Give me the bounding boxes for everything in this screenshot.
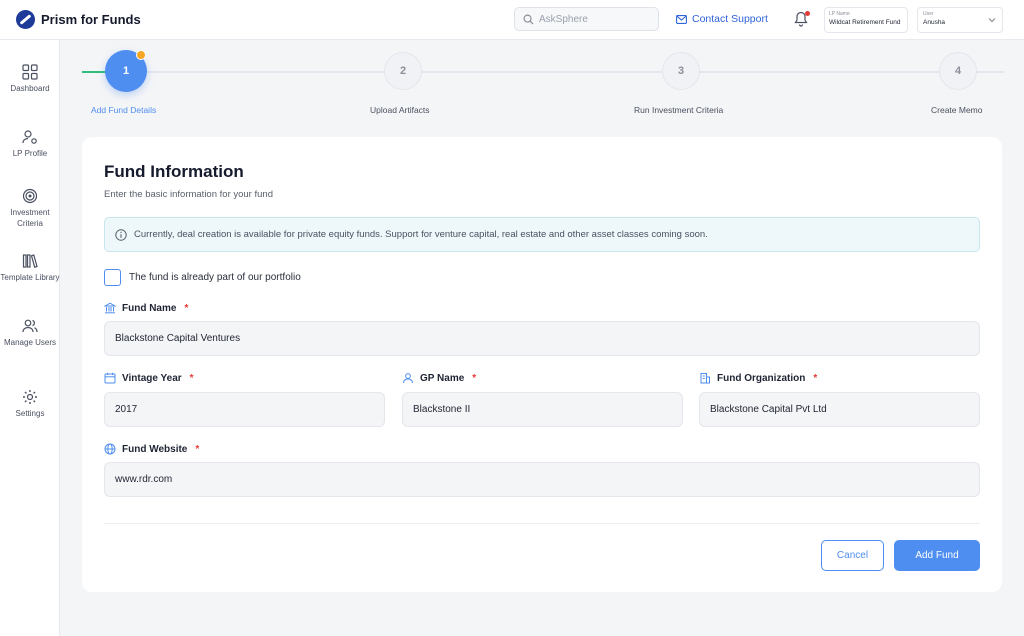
users-icon bbox=[22, 319, 38, 333]
sidebar-item-label: LP Profile bbox=[12, 149, 48, 158]
gp-name-label-text: GP Name bbox=[420, 372, 465, 384]
top-bar: Prism for Funds Contact Support LP Name … bbox=[0, 0, 1024, 40]
form-divider bbox=[104, 523, 980, 524]
search-input[interactable] bbox=[539, 13, 649, 25]
bank-icon bbox=[104, 302, 116, 314]
search-icon bbox=[523, 14, 534, 25]
step-3-circle[interactable]: 3 bbox=[662, 52, 700, 90]
required-mark: * bbox=[813, 372, 818, 384]
fund-name-label: Fund Name * bbox=[104, 302, 188, 314]
lp-selector[interactable]: LP Name Wildcat Retirement Fund bbox=[824, 7, 908, 33]
globe-icon bbox=[104, 443, 116, 455]
fund-website-label-text: Fund Website bbox=[122, 443, 188, 455]
gp-name-input[interactable] bbox=[402, 392, 683, 427]
grid-icon bbox=[22, 64, 38, 80]
mail-icon bbox=[676, 14, 687, 24]
step-number: 3 bbox=[677, 65, 685, 77]
step-3-label: Run Investment Criteria bbox=[634, 105, 724, 115]
sidebar-item-settings[interactable]: Settings bbox=[0, 389, 60, 419]
gear-icon bbox=[23, 390, 37, 404]
page-subtitle: Enter the basic information for your fun… bbox=[104, 189, 273, 200]
step-2-label: Upload Artifacts bbox=[370, 105, 430, 115]
lp-value: Wildcat Retirement Fund bbox=[829, 19, 901, 26]
sidebar-item-manage-users[interactable]: Manage Users bbox=[0, 318, 60, 348]
required-mark: * bbox=[184, 302, 189, 314]
portfolio-checkbox[interactable] bbox=[104, 269, 121, 286]
step-1-label: Add Fund Details bbox=[91, 105, 157, 115]
chevron-down-icon bbox=[988, 18, 996, 23]
step-4-circle[interactable]: 4 bbox=[939, 52, 977, 90]
sidebar-item-investment-criteria[interactable]: Investment Criteria bbox=[0, 188, 60, 229]
gp-name-label: GP Name * bbox=[402, 372, 476, 384]
step-status-badge bbox=[136, 50, 146, 60]
step-4-label: Create Memo bbox=[931, 105, 983, 115]
sidebar: Dashboard LP Profile Investment Criteria… bbox=[0, 40, 60, 636]
calendar-icon bbox=[104, 372, 116, 384]
fund-name-input[interactable] bbox=[104, 321, 980, 356]
person-icon bbox=[403, 373, 413, 384]
user-menu[interactable]: User Anusha bbox=[917, 7, 1003, 33]
info-banner: Currently, deal creation is available fo… bbox=[104, 217, 980, 252]
sidebar-item-label: Template Library bbox=[0, 273, 60, 282]
sidebar-item-lp-profile[interactable]: LP Profile bbox=[0, 129, 60, 159]
fund-website-input[interactable] bbox=[104, 462, 980, 497]
vintage-year-input[interactable] bbox=[104, 392, 385, 427]
sidebar-item-template-library[interactable]: Template Library bbox=[0, 253, 60, 283]
required-mark: * bbox=[195, 443, 200, 455]
brand[interactable]: Prism for Funds bbox=[16, 10, 141, 29]
step-number: 2 bbox=[399, 65, 407, 77]
fund-information-card: Fund Information Enter the basic informa… bbox=[82, 137, 1002, 592]
add-fund-button[interactable]: Add Fund bbox=[894, 540, 980, 571]
step-track-line bbox=[126, 71, 1004, 73]
building-icon bbox=[700, 373, 710, 384]
contact-support-link[interactable]: Contact Support bbox=[676, 13, 768, 25]
sidebar-item-label: Investment Criteria bbox=[10, 208, 50, 228]
contact-support-label: Contact Support bbox=[692, 13, 768, 25]
search-box[interactable] bbox=[514, 7, 659, 31]
vintage-year-label: Vintage Year * bbox=[104, 372, 194, 384]
prism-logo-icon bbox=[16, 10, 35, 29]
step-number: 1 bbox=[122, 65, 130, 77]
target-icon bbox=[22, 188, 38, 204]
progress-stepper: 1 2 3 4 Add Fund Details Upload Artifact… bbox=[60, 40, 1024, 120]
app-name: Prism for Funds bbox=[41, 12, 141, 27]
vintage-year-label-text: Vintage Year bbox=[122, 372, 182, 384]
sidebar-item-label: Dashboard bbox=[10, 84, 50, 93]
fund-organization-label: Fund Organization * bbox=[699, 372, 817, 384]
user-value: Anusha bbox=[923, 19, 946, 26]
sidebar-item-label: Settings bbox=[15, 409, 45, 418]
cancel-button[interactable]: Cancel bbox=[821, 540, 884, 571]
portfolio-checkbox-row[interactable]: The fund is already part of our portfoli… bbox=[104, 269, 301, 286]
user-settings-icon bbox=[22, 130, 37, 144]
required-mark: * bbox=[472, 372, 477, 384]
step-number: 4 bbox=[954, 65, 962, 77]
fund-website-label: Fund Website * bbox=[104, 443, 199, 455]
sidebar-item-label: Manage Users bbox=[3, 338, 57, 347]
notifications-button[interactable] bbox=[794, 11, 810, 29]
info-text: Currently, deal creation is available fo… bbox=[134, 229, 708, 240]
info-icon bbox=[115, 228, 127, 241]
page-title: Fund Information bbox=[104, 162, 244, 181]
user-label: User bbox=[923, 11, 934, 17]
lp-label: LP Name bbox=[829, 11, 850, 17]
library-icon bbox=[22, 254, 38, 268]
notification-dot bbox=[805, 11, 810, 16]
sidebar-item-dashboard[interactable]: Dashboard bbox=[0, 64, 60, 94]
portfolio-checkbox-label: The fund is already part of our portfoli… bbox=[129, 272, 301, 283]
required-mark: * bbox=[189, 372, 194, 384]
fund-name-label-text: Fund Name bbox=[122, 302, 177, 314]
fund-organization-input[interactable] bbox=[699, 392, 980, 427]
step-2-circle[interactable]: 2 bbox=[384, 52, 422, 90]
fund-organization-label-text: Fund Organization bbox=[717, 372, 806, 384]
